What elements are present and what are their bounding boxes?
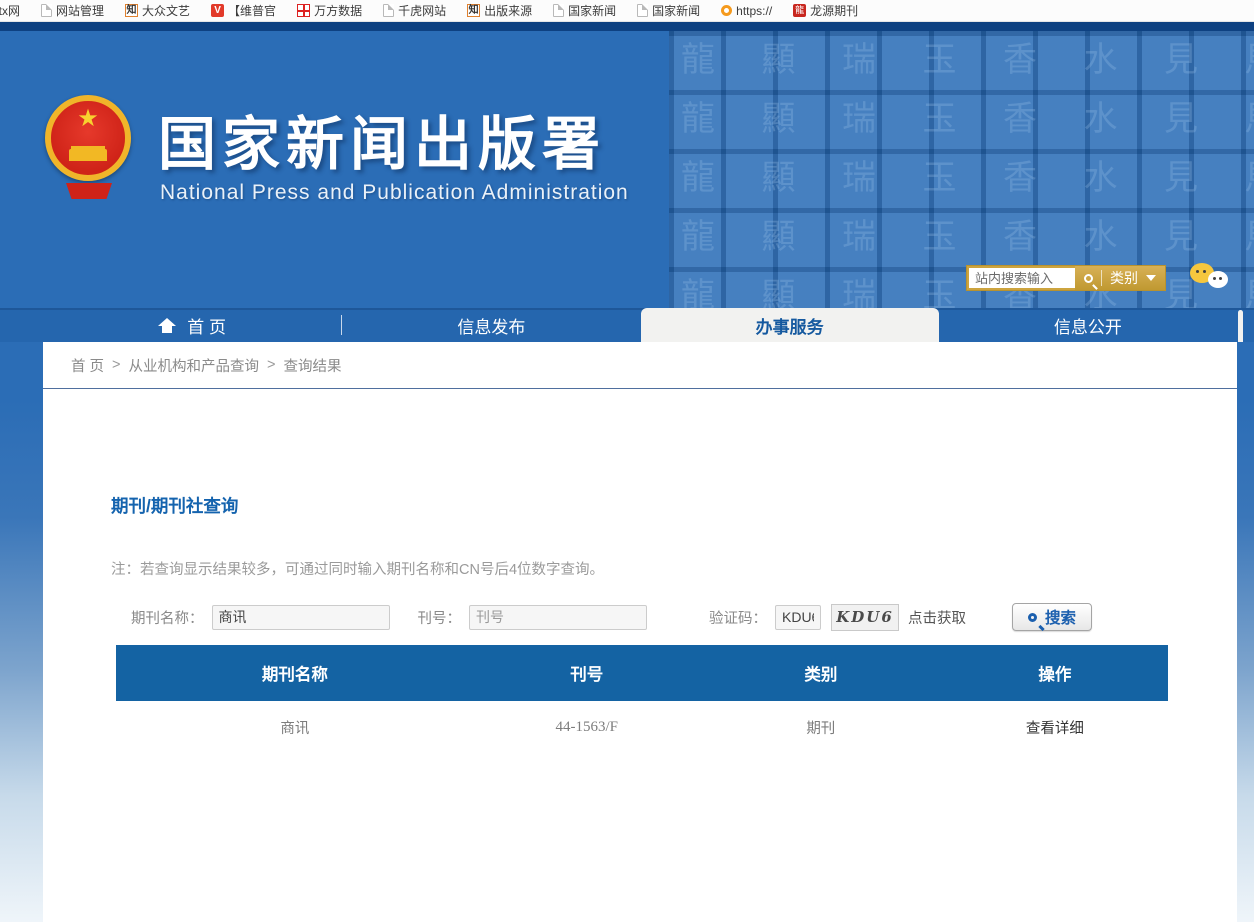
page-icon [41,4,52,17]
bookmark-item[interactable]: 国家新闻 [553,2,616,19]
chevron-down-icon[interactable] [1146,275,1156,281]
bookmark-item[interactable]: 国家新闻 [637,2,700,19]
page-background: 龍 顯 瑞 玉 香 水 見 馬 藏 之 黄 龍 顯 瑞 龍 顯 瑞 玉 香 水 … [0,22,1254,922]
page-icon [383,4,394,17]
col-header-issn: 刊号 [474,661,700,685]
zhihu-icon: 知 [125,4,138,17]
zhihu-icon: 知 [467,4,480,17]
col-header-name: 期刊名称 [116,661,474,685]
query-form: 期刊名称： 刊号： 验证码： KDU6 点击获取 搜索 [131,603,1237,631]
divider [1101,270,1102,286]
top-navy-strip [0,22,1254,31]
site-header: 龍 顯 瑞 玉 香 水 見 馬 藏 之 黄 龍 顯 瑞 龍 顯 瑞 玉 香 水 … [0,31,1254,308]
cell-category: 期刊 [700,717,942,738]
site-subtitle: National Press and Publication Administr… [160,181,629,205]
search-button[interactable]: 搜索 [1012,603,1092,631]
bookmark-label: wtx网 [0,2,20,19]
tab-info-disclosure[interactable]: 信息公开 [939,308,1237,342]
content-panel: 首 页 > 从业机构和产品查询 > 查询结果 期刊/期刊社查询 注：若查询显示结… [43,342,1237,922]
bookmark-label: 国家新闻 [568,2,616,19]
bookmark-item[interactable]: 千虎网站 [383,2,446,19]
bookmark-item[interactable]: 万方数据 [297,2,362,19]
issn-input[interactable] [469,605,647,630]
site-search-area: 类别 [966,263,1230,293]
captcha-refresh-link[interactable]: 点击获取 [908,607,966,628]
results-table: 期刊名称 刊号 类别 操作 商讯 44-1563/F 期刊 查看详细 [116,645,1168,753]
captcha-label: 验证码： [709,607,767,628]
table-row: 商讯 44-1563/F 期刊 查看详细 [116,701,1168,753]
emblem-ribbon [66,183,112,199]
bookmark-item[interactable]: 知大众文艺 [125,2,190,19]
site-title: 国家新闻出版署 [158,97,606,181]
bookmark-label: 万方数据 [314,2,362,19]
bookmark-item[interactable]: wtx网 [0,2,20,19]
captcha-image[interactable]: KDU6 [831,604,899,631]
breadcrumb: 首 页 > 从业机构和产品查询 > 查询结果 [43,342,1237,389]
cell-issn: 44-1563/F [474,719,700,736]
journal-name-label: 期刊名称： [131,607,204,628]
wanfang-icon [297,4,310,17]
link-ring-icon [721,5,732,16]
site-search-controls: 类别 [1075,266,1165,290]
nav-edge-decoration [1238,310,1243,342]
wechat-icon[interactable] [1188,263,1230,293]
bookmark-label: 网站管理 [56,2,104,19]
col-header-category: 类别 [700,661,942,685]
longyuan-icon: 龍 [793,4,806,17]
page-title: 期刊/期刊社查询 [111,493,1237,518]
cell-journal-name: 商讯 [116,717,474,738]
emblem-gate-icon [69,149,107,161]
breadcrumb-query[interactable]: 从业机构和产品查询 [129,355,260,376]
view-detail-link[interactable]: 查看详细 [942,717,1168,738]
site-search-widget: 类别 [966,265,1166,291]
search-icon [1028,613,1037,622]
issn-label: 刊号： [418,607,462,628]
home-icon [158,318,176,333]
site-search-input[interactable] [969,268,1075,288]
table-header-row: 期刊名称 刊号 类别 操作 [116,645,1168,701]
bookmarks-bar: wtx网 网站管理 知大众文艺 V【维普官 万方数据 千虎网站 知出版来源 国家… [0,0,1254,22]
emblem-star-icon: ★ [77,107,99,131]
bookmark-label: 千虎网站 [398,2,446,19]
page-icon [637,4,648,17]
bookmark-item[interactable]: V 【维普官 [211,2,276,19]
bookmark-label: 国家新闻 [652,2,700,19]
tab-home[interactable]: 首 页 [43,308,341,342]
main-nav: 首 页 信息发布 办事服务 信息公开 [0,308,1254,342]
breadcrumb-result: 查询结果 [283,355,341,376]
query-note: 注：若查询显示结果较多，可通过同时输入期刊名称和CN号后4位数字查询。 [111,558,1237,579]
bookmark-label: 龙源期刊 [810,2,858,19]
vip-icon: V [211,4,224,17]
tab-info-release[interactable]: 信息发布 [342,308,640,342]
search-icon[interactable] [1084,274,1093,283]
bookmark-label: 【维普官 [228,2,276,19]
journal-name-input[interactable] [212,605,390,630]
page-icon [553,4,564,17]
bookmark-item[interactable]: 网站管理 [41,2,104,19]
category-dropdown[interactable]: 类别 [1110,268,1138,288]
bookmark-item[interactable]: 龍龙源期刊 [793,2,858,19]
bookmark-label: 大众文艺 [142,2,190,19]
bookmark-item[interactable]: https:// [721,4,772,18]
bookmark-item[interactable]: 知出版来源 [467,2,532,19]
national-emblem-logo[interactable]: ★ [45,95,133,199]
tab-services[interactable]: 办事服务 [641,308,939,342]
breadcrumb-home[interactable]: 首 页 [71,355,104,376]
bookmark-label: https:// [736,4,772,18]
captcha-input[interactable] [775,605,821,630]
col-header-action: 操作 [942,661,1168,685]
bookmark-label: 出版来源 [484,2,532,19]
